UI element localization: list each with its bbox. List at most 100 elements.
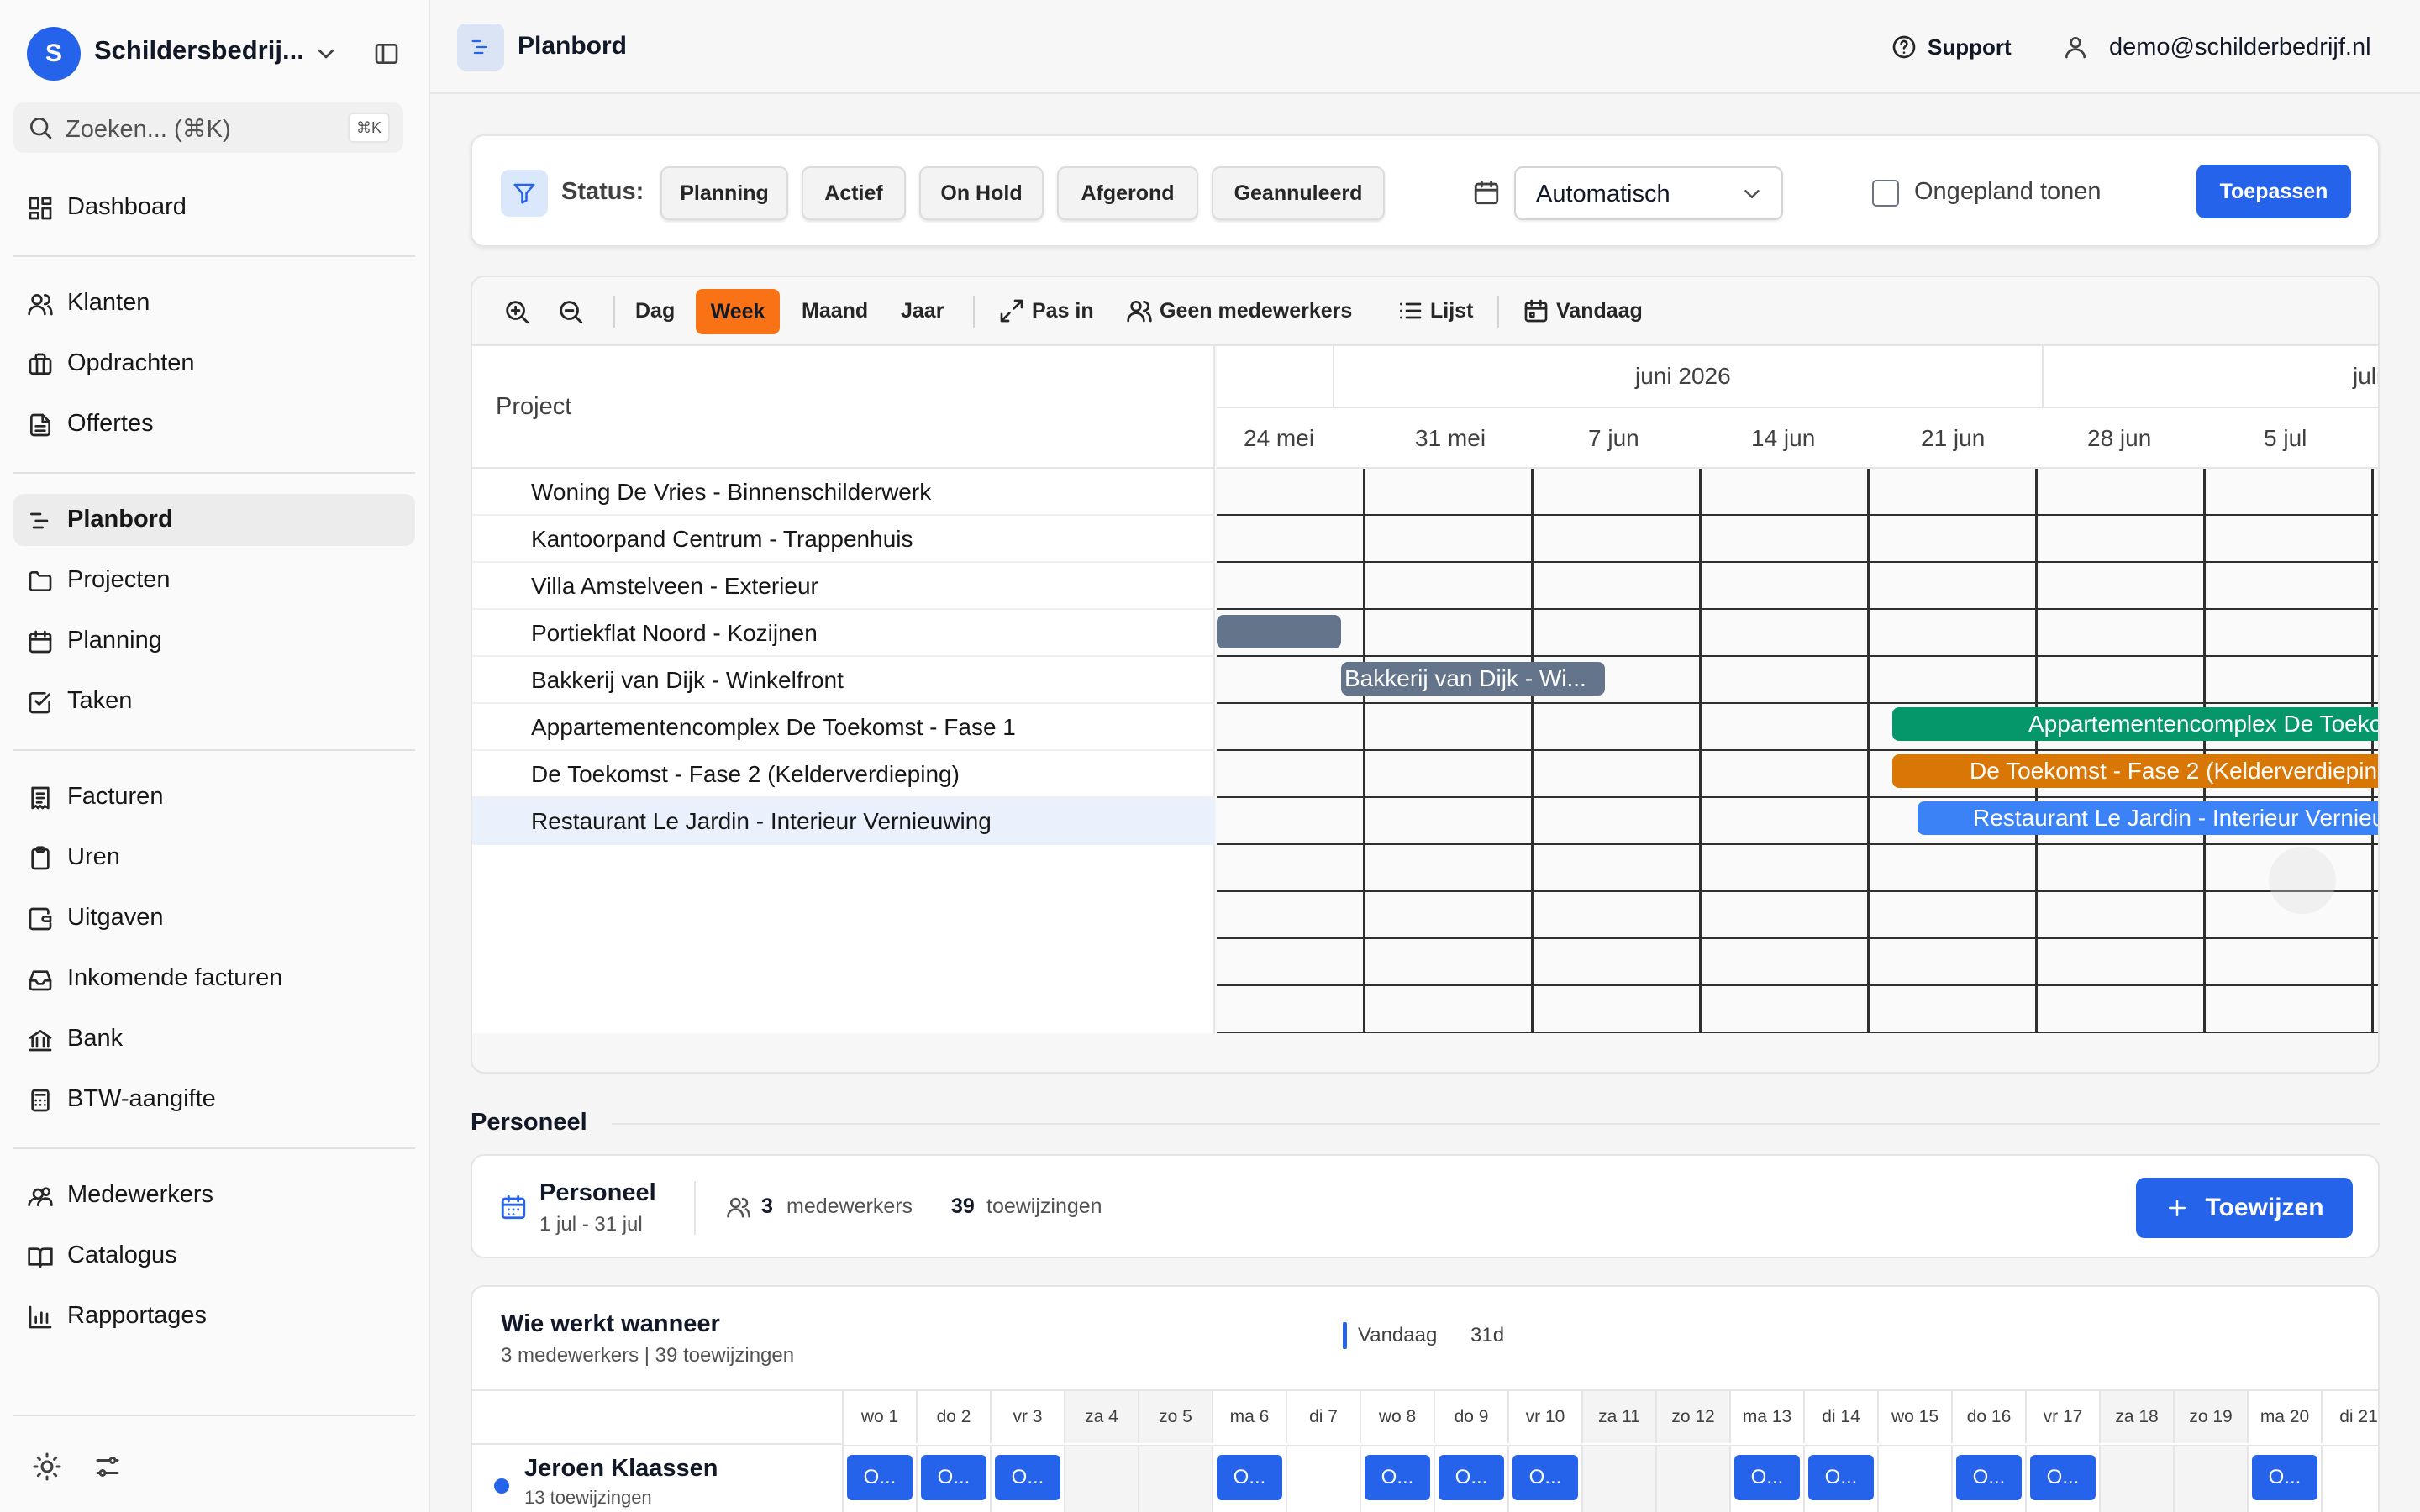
sidebar-item-projecten[interactable]: Projecten — [13, 554, 415, 606]
sidebar-item-dashboard[interactable]: Dashboard — [13, 181, 415, 234]
day-cell[interactable]: O... — [1731, 1445, 1805, 1512]
user-menu[interactable]: demo@schilderbedrijf.nl — [2062, 30, 2371, 64]
status-chip-afgerond[interactable]: Afgerond — [1057, 166, 1198, 220]
assignment-block[interactable]: O... — [1439, 1455, 1504, 1500]
assignment-block[interactable]: O... — [1808, 1455, 1874, 1500]
date-range-select[interactable]: Automatisch — [1514, 166, 1783, 220]
assignment-block[interactable]: O... — [995, 1455, 1060, 1500]
employee-name[interactable]: Jeroen Klaassen — [524, 1455, 718, 1483]
sun-icon[interactable] — [32, 1452, 62, 1482]
assignment-block[interactable]: O... — [921, 1455, 986, 1500]
project-row[interactable]: Appartementencomplex De Toekomst - Fase … — [472, 704, 1215, 751]
fit-button[interactable]: Pas in — [998, 277, 1094, 344]
day-cell[interactable] — [1657, 1445, 1731, 1512]
assignment-block[interactable]: O... — [1365, 1455, 1430, 1500]
assignment-block[interactable]: O... — [1217, 1455, 1282, 1500]
day-cell[interactable] — [2101, 1445, 2175, 1512]
chevron-down-icon[interactable] — [313, 40, 339, 67]
scroll-handle[interactable] — [2269, 847, 2336, 914]
apply-button[interactable]: Toepassen — [2196, 165, 2351, 218]
gantt-bar-le-jardin[interactable]: Restaurant Le Jardin - Interieur Vernieu… — [1918, 801, 2378, 835]
day-header: zo 5 — [1139, 1391, 1213, 1443]
personnel-range: 1 jul - 31 jul — [539, 1213, 643, 1236]
project-name: Appartementencomplex De Toekomst - Fase … — [531, 714, 1016, 740]
status-chip-on-hold[interactable]: On Hold — [919, 166, 1044, 220]
project-row[interactable]: Kantoorpand Centrum - Trappenhuis — [472, 516, 1215, 563]
day-cell[interactable] — [1065, 1445, 1139, 1512]
sidebar-item-medewerkers[interactable]: Medewerkers — [13, 1169, 415, 1221]
day-cell[interactable]: O... — [1805, 1445, 1879, 1512]
assignment-block[interactable]: O... — [2252, 1455, 2317, 1500]
sidebar-item-planbord[interactable]: Planbord — [13, 494, 415, 546]
sidebar-item-inkomende-facturen[interactable]: Inkomende facturen — [13, 953, 415, 1005]
sidebar-item-uitgaven[interactable]: Uitgaven — [13, 892, 415, 944]
day-cell[interactable] — [2323, 1445, 2378, 1512]
zoom-in-icon[interactable] — [502, 297, 531, 326]
gantt-bar-toekomst-fase1[interactable]: Appartementencomplex De Toekomst - Fase … — [1892, 707, 2378, 741]
sidebar-toggle-icon[interactable] — [373, 40, 400, 67]
day-cell[interactable]: O... — [2249, 1445, 2323, 1512]
project-row[interactable]: Villa Amstelveen - Exterieur — [472, 563, 1215, 610]
day-cell[interactable] — [1879, 1445, 1953, 1512]
assign-button[interactable]: Toewijzen — [2136, 1178, 2353, 1238]
day-cell[interactable]: O... — [1213, 1445, 1287, 1512]
gantt-bar-portiekflat[interactable] — [1217, 615, 1341, 648]
org-name[interactable]: Schildersbedrij... — [94, 35, 313, 66]
status-chip-geannuleerd[interactable]: Geannuleerd — [1212, 166, 1385, 220]
today-button[interactable]: Vandaag — [1523, 277, 1643, 344]
settings-sliders-icon[interactable] — [92, 1452, 123, 1482]
assignment-block[interactable]: O... — [1956, 1455, 2022, 1500]
day-cell[interactable] — [2175, 1445, 2249, 1512]
org-avatar[interactable]: S — [27, 27, 81, 81]
project-row[interactable]: De Toekomst - Fase 2 (Kelderverdieping) — [472, 751, 1215, 798]
day-cell[interactable]: O... — [844, 1445, 918, 1512]
assignment-block[interactable]: O... — [847, 1455, 913, 1500]
view-year-button[interactable]: Jaar — [901, 277, 944, 344]
no-staff-button[interactable]: Geen medewerkers — [1126, 277, 1352, 344]
day-cell[interactable]: O... — [918, 1445, 992, 1512]
view-day-button[interactable]: Dag — [635, 277, 675, 344]
sidebar-item-rapportages[interactable]: Rapportages — [13, 1290, 415, 1342]
assignment-block[interactable]: O... — [1512, 1455, 1578, 1500]
sidebar-item-facturen[interactable]: Facturen — [13, 771, 415, 823]
day-cell[interactable]: O... — [1361, 1445, 1435, 1512]
week-line — [1363, 469, 1365, 1033]
project-row[interactable]: Bakkerij van Dijk - Winkelfront — [472, 657, 1215, 704]
day-cell[interactable]: O... — [1953, 1445, 2027, 1512]
day-cell[interactable]: O... — [2027, 1445, 2101, 1512]
list-button[interactable]: Lijst — [1397, 277, 1473, 344]
sidebar-item-klanten[interactable]: Klanten — [13, 277, 415, 329]
assignment-block[interactable]: O... — [2030, 1455, 2096, 1500]
sidebar-item-bank[interactable]: Bank — [13, 1013, 415, 1065]
day-cell[interactable] — [1287, 1445, 1361, 1512]
day-cell[interactable]: O... — [1435, 1445, 1509, 1512]
project-row[interactable]: Woning De Vries - Binnenschilderwerk — [472, 469, 1215, 516]
day-cell[interactable] — [1583, 1445, 1657, 1512]
gantt-bar-bakkerij[interactable]: Bakkerij van Dijk - Wi... — [1341, 662, 1605, 696]
sidebar-item-offertes[interactable]: Offertes — [13, 398, 415, 450]
status-chip-actief[interactable]: Actief — [802, 166, 906, 220]
divider — [472, 1443, 844, 1445]
day-cell[interactable]: O... — [992, 1445, 1065, 1512]
sidebar-item-taken[interactable]: Taken — [13, 675, 415, 727]
unplanned-checkbox[interactable] — [1872, 180, 1899, 207]
calculator-icon — [31, 1089, 50, 1112]
assignment-block[interactable]: O... — [1734, 1455, 1800, 1500]
day-cell[interactable] — [1139, 1445, 1213, 1512]
view-week-button[interactable]: Week — [696, 289, 780, 334]
day-cell[interactable]: O... — [1509, 1445, 1583, 1512]
sidebar-item-btw-aangifte[interactable]: BTW-aangifte — [13, 1074, 415, 1126]
support-link[interactable]: Support — [1891, 30, 2012, 64]
view-month-button[interactable]: Maand — [802, 277, 868, 344]
search-input[interactable]: Zoeken... (⌘K) ⌘K — [13, 102, 403, 153]
gantt-bar-toekomst-fase2[interactable]: De Toekomst - Fase 2 (Kelderverdieping) — [1892, 754, 2378, 788]
status-chip-planning[interactable]: Planning — [660, 166, 788, 220]
sidebar-item-catalogus[interactable]: Catalogus — [13, 1230, 415, 1282]
project-row-selected[interactable]: Restaurant Le Jardin - Interieur Vernieu… — [472, 798, 1215, 845]
project-row[interactable]: Portiekflat Noord - Kozijnen — [472, 610, 1215, 657]
zoom-out-icon[interactable] — [556, 297, 585, 326]
sidebar-item-uren[interactable]: Uren — [13, 832, 415, 884]
dashboard-icon — [29, 197, 52, 220]
sidebar-item-planning[interactable]: Planning — [13, 615, 415, 667]
sidebar-item-opdrachten[interactable]: Opdrachten — [13, 338, 415, 390]
